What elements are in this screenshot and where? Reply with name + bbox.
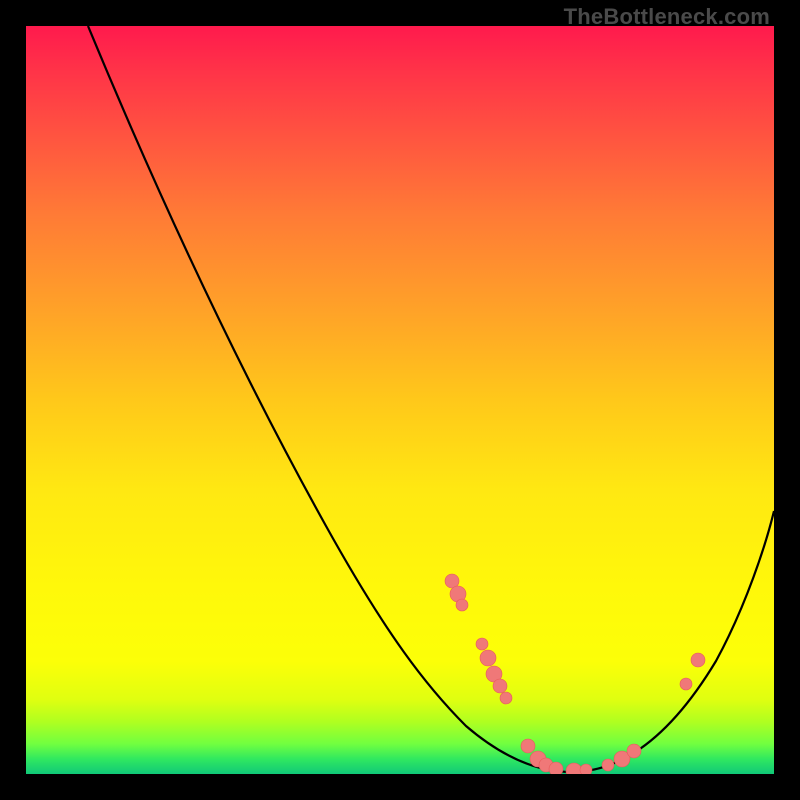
curve-marker [480, 650, 496, 666]
curve-marker [566, 763, 582, 774]
curve-marker [456, 599, 468, 611]
chart-svg [26, 26, 774, 774]
curve-marker [580, 764, 592, 774]
curve-marker [493, 679, 507, 693]
watermark-text: TheBottleneck.com [564, 4, 770, 30]
curve-marker [521, 739, 535, 753]
curve-marker [549, 762, 563, 774]
curve-marker [500, 692, 512, 704]
curve-markers [445, 574, 705, 774]
curve-marker [680, 678, 692, 690]
chart-frame [26, 26, 774, 774]
bottleneck-curve [88, 26, 774, 772]
curve-marker [691, 653, 705, 667]
curve-marker [627, 744, 641, 758]
curve-marker [476, 638, 488, 650]
curve-marker [602, 759, 614, 771]
